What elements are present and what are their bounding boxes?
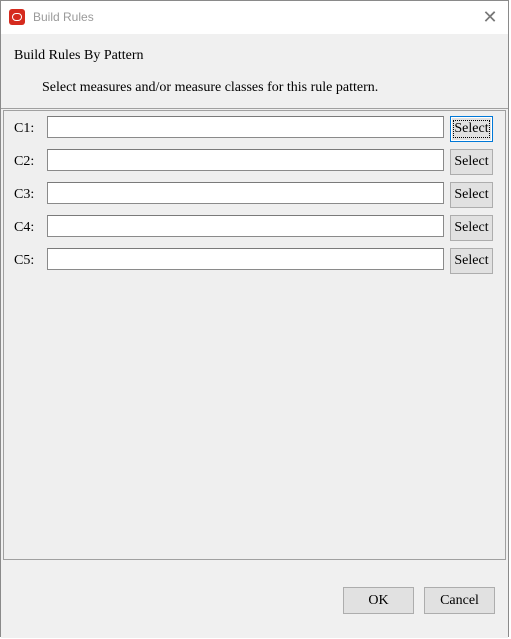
pattern-row-c4: C4: Select [4, 215, 505, 243]
title-bar[interactable]: Build Rules ✕ [1, 1, 508, 34]
header-description: Select measures and/or measure classes f… [42, 80, 379, 95]
row-label: C3: [14, 187, 35, 202]
row-label: C5: [14, 253, 35, 268]
build-rules-dialog: Build Rules ✕ Build Rules By Pattern Sel… [0, 0, 509, 638]
pattern-row-c5: C5: Select [4, 248, 505, 276]
window-title: Build Rules [33, 10, 94, 24]
select-button-label: Select [453, 120, 490, 138]
ok-button[interactable]: OK [343, 587, 414, 614]
pattern-row-c3: C3: Select [4, 182, 505, 210]
dialog-header: Build Rules By Pattern Select measures a… [1, 34, 508, 108]
c2-select-button[interactable]: Select [450, 149, 493, 175]
c5-select-button[interactable]: Select [450, 248, 493, 274]
c3-input[interactable] [47, 182, 444, 204]
close-icon: ✕ [482, 7, 498, 27]
c2-input[interactable] [47, 149, 444, 171]
cancel-button[interactable]: Cancel [424, 587, 495, 614]
rule-pattern-panel: C1: Select C2: Select C3: Select C4: Sel… [3, 110, 506, 560]
dialog-button-bar: OK Cancel [1, 560, 508, 638]
c1-input[interactable] [47, 116, 444, 138]
c3-select-button[interactable]: Select [450, 182, 493, 208]
c5-input[interactable] [47, 248, 444, 270]
row-label: C1: [14, 121, 35, 136]
c4-select-button[interactable]: Select [450, 215, 493, 241]
pattern-row-c2: C2: Select [4, 149, 505, 177]
row-label: C4: [14, 220, 35, 235]
oracle-logo-icon [9, 9, 25, 25]
header-separator [1, 108, 508, 109]
header-title: Build Rules By Pattern [14, 48, 144, 63]
row-label: C2: [14, 154, 35, 169]
c4-input[interactable] [47, 215, 444, 237]
pattern-row-c1: C1: Select [4, 116, 505, 144]
c1-select-button[interactable]: Select [450, 116, 493, 142]
close-button[interactable]: ✕ [472, 1, 508, 34]
